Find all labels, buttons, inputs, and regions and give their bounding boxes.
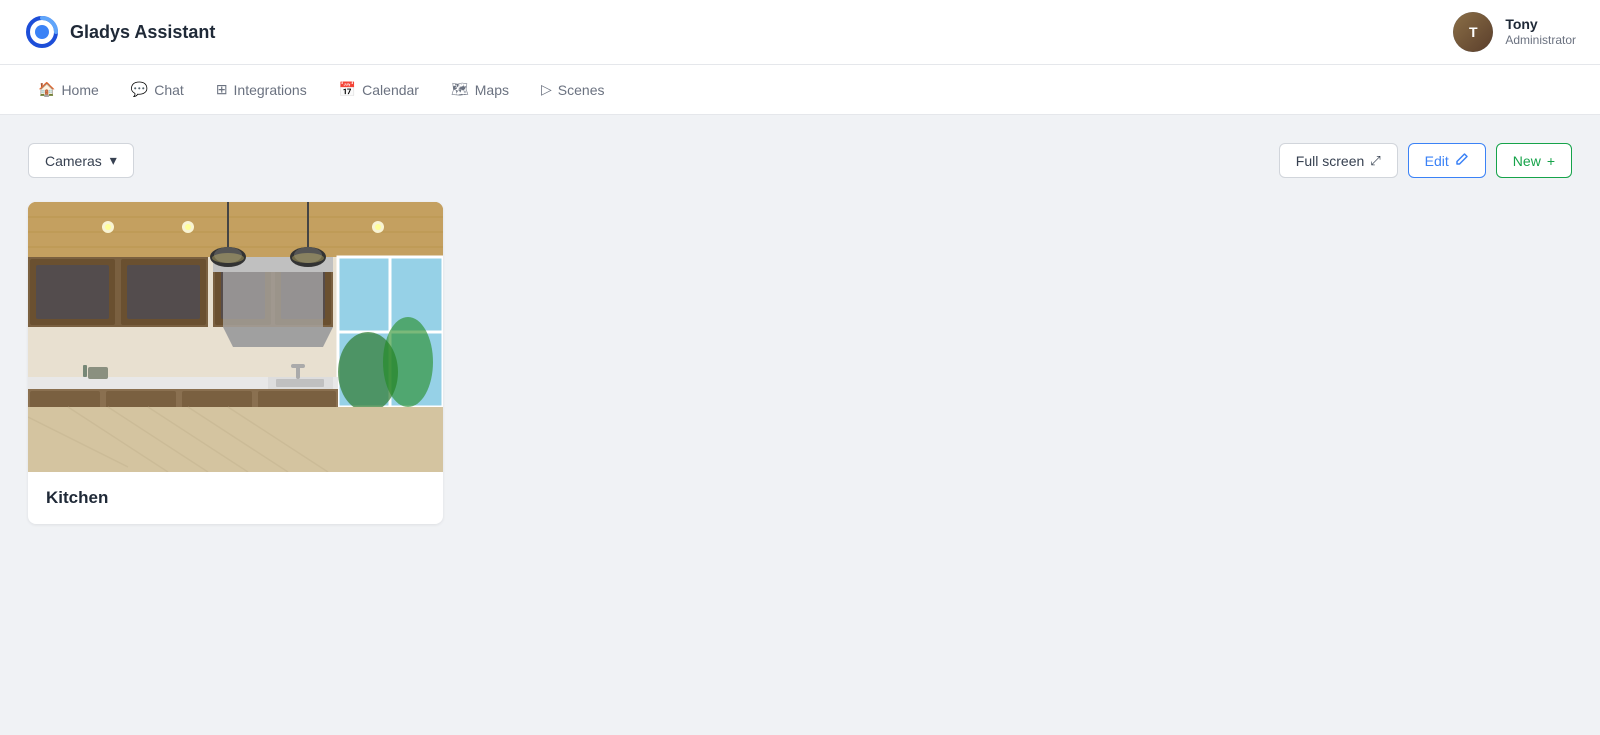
edit-button[interactable]: Edit	[1408, 143, 1486, 178]
cameras-dropdown-label: Cameras	[45, 153, 102, 169]
maps-icon: 🗺	[451, 81, 469, 98]
edit-label: Edit	[1425, 153, 1449, 169]
user-section[interactable]: T Tony Administrator	[1453, 12, 1576, 52]
nav-item-scenes[interactable]: ▷ Scenes	[527, 73, 618, 106]
nav-label-integrations: Integrations	[234, 82, 307, 98]
fullscreen-button[interactable]: Full screen ⤢	[1279, 143, 1398, 178]
nav-item-maps[interactable]: 🗺 Maps	[437, 73, 523, 106]
edit-icon	[1455, 152, 1469, 169]
main-content: Cameras ▾ Full screen ⤢ Edit New +	[0, 115, 1600, 735]
calendar-icon: 📅	[339, 81, 356, 98]
action-buttons: Full screen ⤢ Edit New +	[1279, 143, 1572, 178]
main-nav: 🏠 Home 💬 Chat ⊞ Integrations 📅 Calendar …	[0, 65, 1600, 115]
chat-icon: 💬	[131, 81, 148, 98]
logo-section: Gladys Assistant	[24, 14, 215, 50]
nav-label-chat: Chat	[154, 82, 184, 98]
camera-card-label: Kitchen	[28, 472, 443, 524]
app-header: Gladys Assistant T Tony Administrator	[0, 0, 1600, 65]
user-name: Tony	[1505, 16, 1537, 33]
nav-label-maps: Maps	[475, 82, 509, 98]
scenes-icon: ▷	[541, 81, 552, 98]
camera-grid: Kitchen	[28, 202, 1572, 524]
nav-label-scenes: Scenes	[558, 82, 605, 98]
expand-icon: ⤢	[1370, 153, 1380, 169]
top-bar: Cameras ▾ Full screen ⤢ Edit New +	[28, 143, 1572, 178]
new-button[interactable]: New +	[1496, 143, 1572, 178]
chevron-down-icon: ▾	[110, 152, 117, 169]
user-info: Tony Administrator	[1505, 16, 1576, 47]
plus-icon: +	[1547, 153, 1555, 169]
app-logo	[24, 14, 60, 50]
camera-image-kitchen	[28, 202, 443, 472]
nav-item-calendar[interactable]: 📅 Calendar	[325, 73, 433, 106]
fullscreen-label: Full screen	[1296, 153, 1364, 169]
nav-label-calendar: Calendar	[362, 82, 419, 98]
nav-item-integrations[interactable]: ⊞ Integrations	[202, 73, 321, 106]
home-icon: 🏠	[38, 81, 55, 98]
nav-item-chat[interactable]: 💬 Chat	[117, 73, 198, 106]
cameras-dropdown-button[interactable]: Cameras ▾	[28, 143, 134, 178]
app-title: Gladys Assistant	[70, 22, 215, 43]
integrations-icon: ⊞	[216, 81, 228, 98]
new-label: New	[1513, 153, 1541, 169]
nav-label-home: Home	[61, 82, 98, 98]
nav-item-home[interactable]: 🏠 Home	[24, 73, 113, 106]
camera-card-kitchen[interactable]: Kitchen	[28, 202, 443, 524]
user-role: Administrator	[1505, 33, 1576, 47]
avatar[interactable]: T	[1453, 12, 1493, 52]
